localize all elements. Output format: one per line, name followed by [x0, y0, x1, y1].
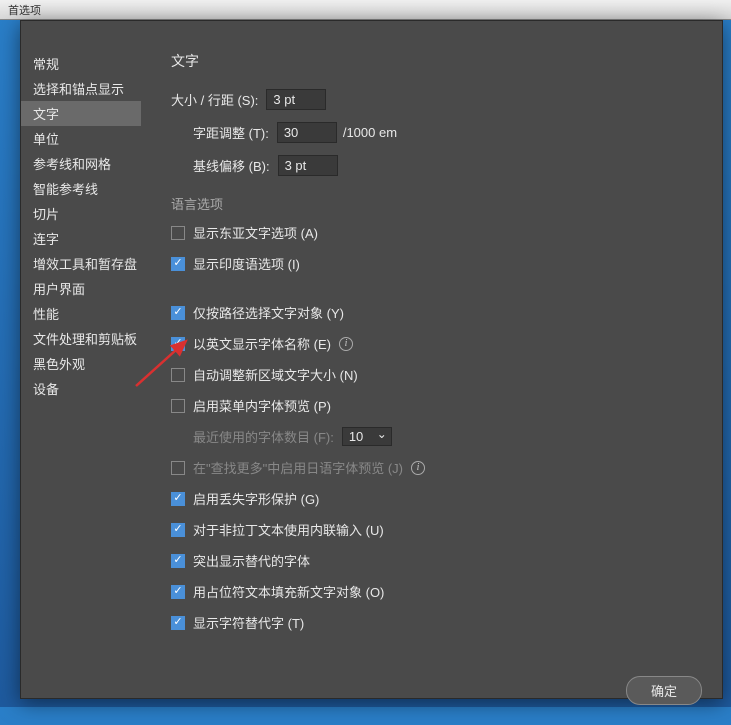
option2-5-checkbox[interactable] — [171, 616, 185, 630]
option2-5-label[interactable]: 显示字符替代字 (T) — [193, 613, 304, 632]
baseline-label: 基线偏移 (B): — [193, 156, 270, 175]
info-icon[interactable]: i — [411, 461, 425, 475]
option-2-checkbox[interactable] — [171, 368, 185, 382]
option2-4-label[interactable]: 用占位符文本填充新文字对象 (O) — [193, 582, 384, 601]
sidebar-item-7[interactable]: 连字 — [21, 226, 141, 251]
sidebar-item-8[interactable]: 增效工具和暂存盘 — [21, 251, 141, 276]
sidebar-item-4[interactable]: 参考线和网格 — [21, 151, 141, 176]
option2-0-label[interactable]: 在"查找更多"中启用日语字体预览 (J) — [193, 458, 403, 477]
lang-option-1-checkbox[interactable] — [171, 257, 185, 271]
sidebar-item-3[interactable]: 单位 — [21, 126, 141, 151]
sidebar-item-2[interactable]: 文字 — [21, 101, 141, 126]
tracking-suffix: /1000 em — [343, 125, 397, 140]
sidebar-item-6[interactable]: 切片 — [21, 201, 141, 226]
option2-0-checkbox[interactable] — [171, 461, 185, 475]
lang-option-1-label[interactable]: 显示印度语选项 (I) — [193, 254, 300, 273]
titlebar: 首选项 — [0, 0, 731, 20]
tracking-input[interactable] — [277, 122, 337, 143]
content-panel: 文字 大小 / 行距 (S): 字距调整 (T): /1000 em 基线偏移 … — [141, 21, 722, 664]
option-3-label[interactable]: 启用菜单内字体预览 (P) — [193, 396, 331, 415]
option-0-label[interactable]: 仅按路径选择文字对象 (Y) — [193, 303, 344, 322]
lang-option-0-checkbox[interactable] — [171, 226, 185, 240]
sidebar-item-9[interactable]: 用户界面 — [21, 276, 141, 301]
size-leading-label: 大小 / 行距 (S): — [171, 90, 258, 109]
option2-3-label[interactable]: 突出显示替代的字体 — [193, 551, 310, 570]
window-title: 首选项 — [8, 5, 41, 17]
baseline-input[interactable] — [278, 155, 338, 176]
size-leading-input[interactable] — [266, 89, 326, 110]
option-0-checkbox[interactable] — [171, 306, 185, 320]
lang-option-0-label[interactable]: 显示东亚文字选项 (A) — [193, 223, 318, 242]
option2-3-checkbox[interactable] — [171, 554, 185, 568]
option2-2-checkbox[interactable] — [171, 523, 185, 537]
sidebar-item-12[interactable]: 黑色外观 — [21, 351, 141, 376]
section-title: 文字 — [171, 51, 702, 71]
option-1-label[interactable]: 以英文显示字体名称 (E) — [193, 334, 331, 353]
tracking-label: 字距调整 (T): — [193, 123, 269, 142]
option-2-label[interactable]: 自动调整新区域文字大小 (N) — [193, 365, 358, 384]
sidebar-item-10[interactable]: 性能 — [21, 301, 141, 326]
sidebar-item-13[interactable]: 设备 — [21, 376, 141, 401]
option2-1-label[interactable]: 启用丢失字形保护 (G) — [193, 489, 319, 508]
preferences-dialog: 常规选择和锚点显示文字单位参考线和网格智能参考线切片连字增效工具和暂存盘用户界面… — [20, 20, 723, 699]
option-1-checkbox[interactable] — [171, 337, 185, 351]
ok-button[interactable]: 确定 — [626, 676, 702, 705]
sidebar-item-0[interactable]: 常规 — [21, 51, 141, 76]
recent-fonts-select[interactable]: 10 — [342, 427, 392, 446]
option-3-checkbox[interactable] — [171, 399, 185, 413]
option2-1-checkbox[interactable] — [171, 492, 185, 506]
sidebar-item-5[interactable]: 智能参考线 — [21, 176, 141, 201]
info-icon[interactable]: i — [339, 337, 353, 351]
sidebar-item-1[interactable]: 选择和锚点显示 — [21, 76, 141, 101]
sidebar-item-11[interactable]: 文件处理和剪贴板 — [21, 326, 141, 351]
lang-section-title: 语言选项 — [171, 194, 702, 213]
sidebar: 常规选择和锚点显示文字单位参考线和网格智能参考线切片连字增效工具和暂存盘用户界面… — [21, 21, 141, 664]
option2-4-checkbox[interactable] — [171, 585, 185, 599]
option2-2-label[interactable]: 对于非拉丁文本使用内联输入 (U) — [193, 520, 384, 539]
recent-fonts-label: 最近使用的字体数目 (F): — [193, 427, 334, 446]
dialog-footer: 确定 — [21, 664, 722, 725]
